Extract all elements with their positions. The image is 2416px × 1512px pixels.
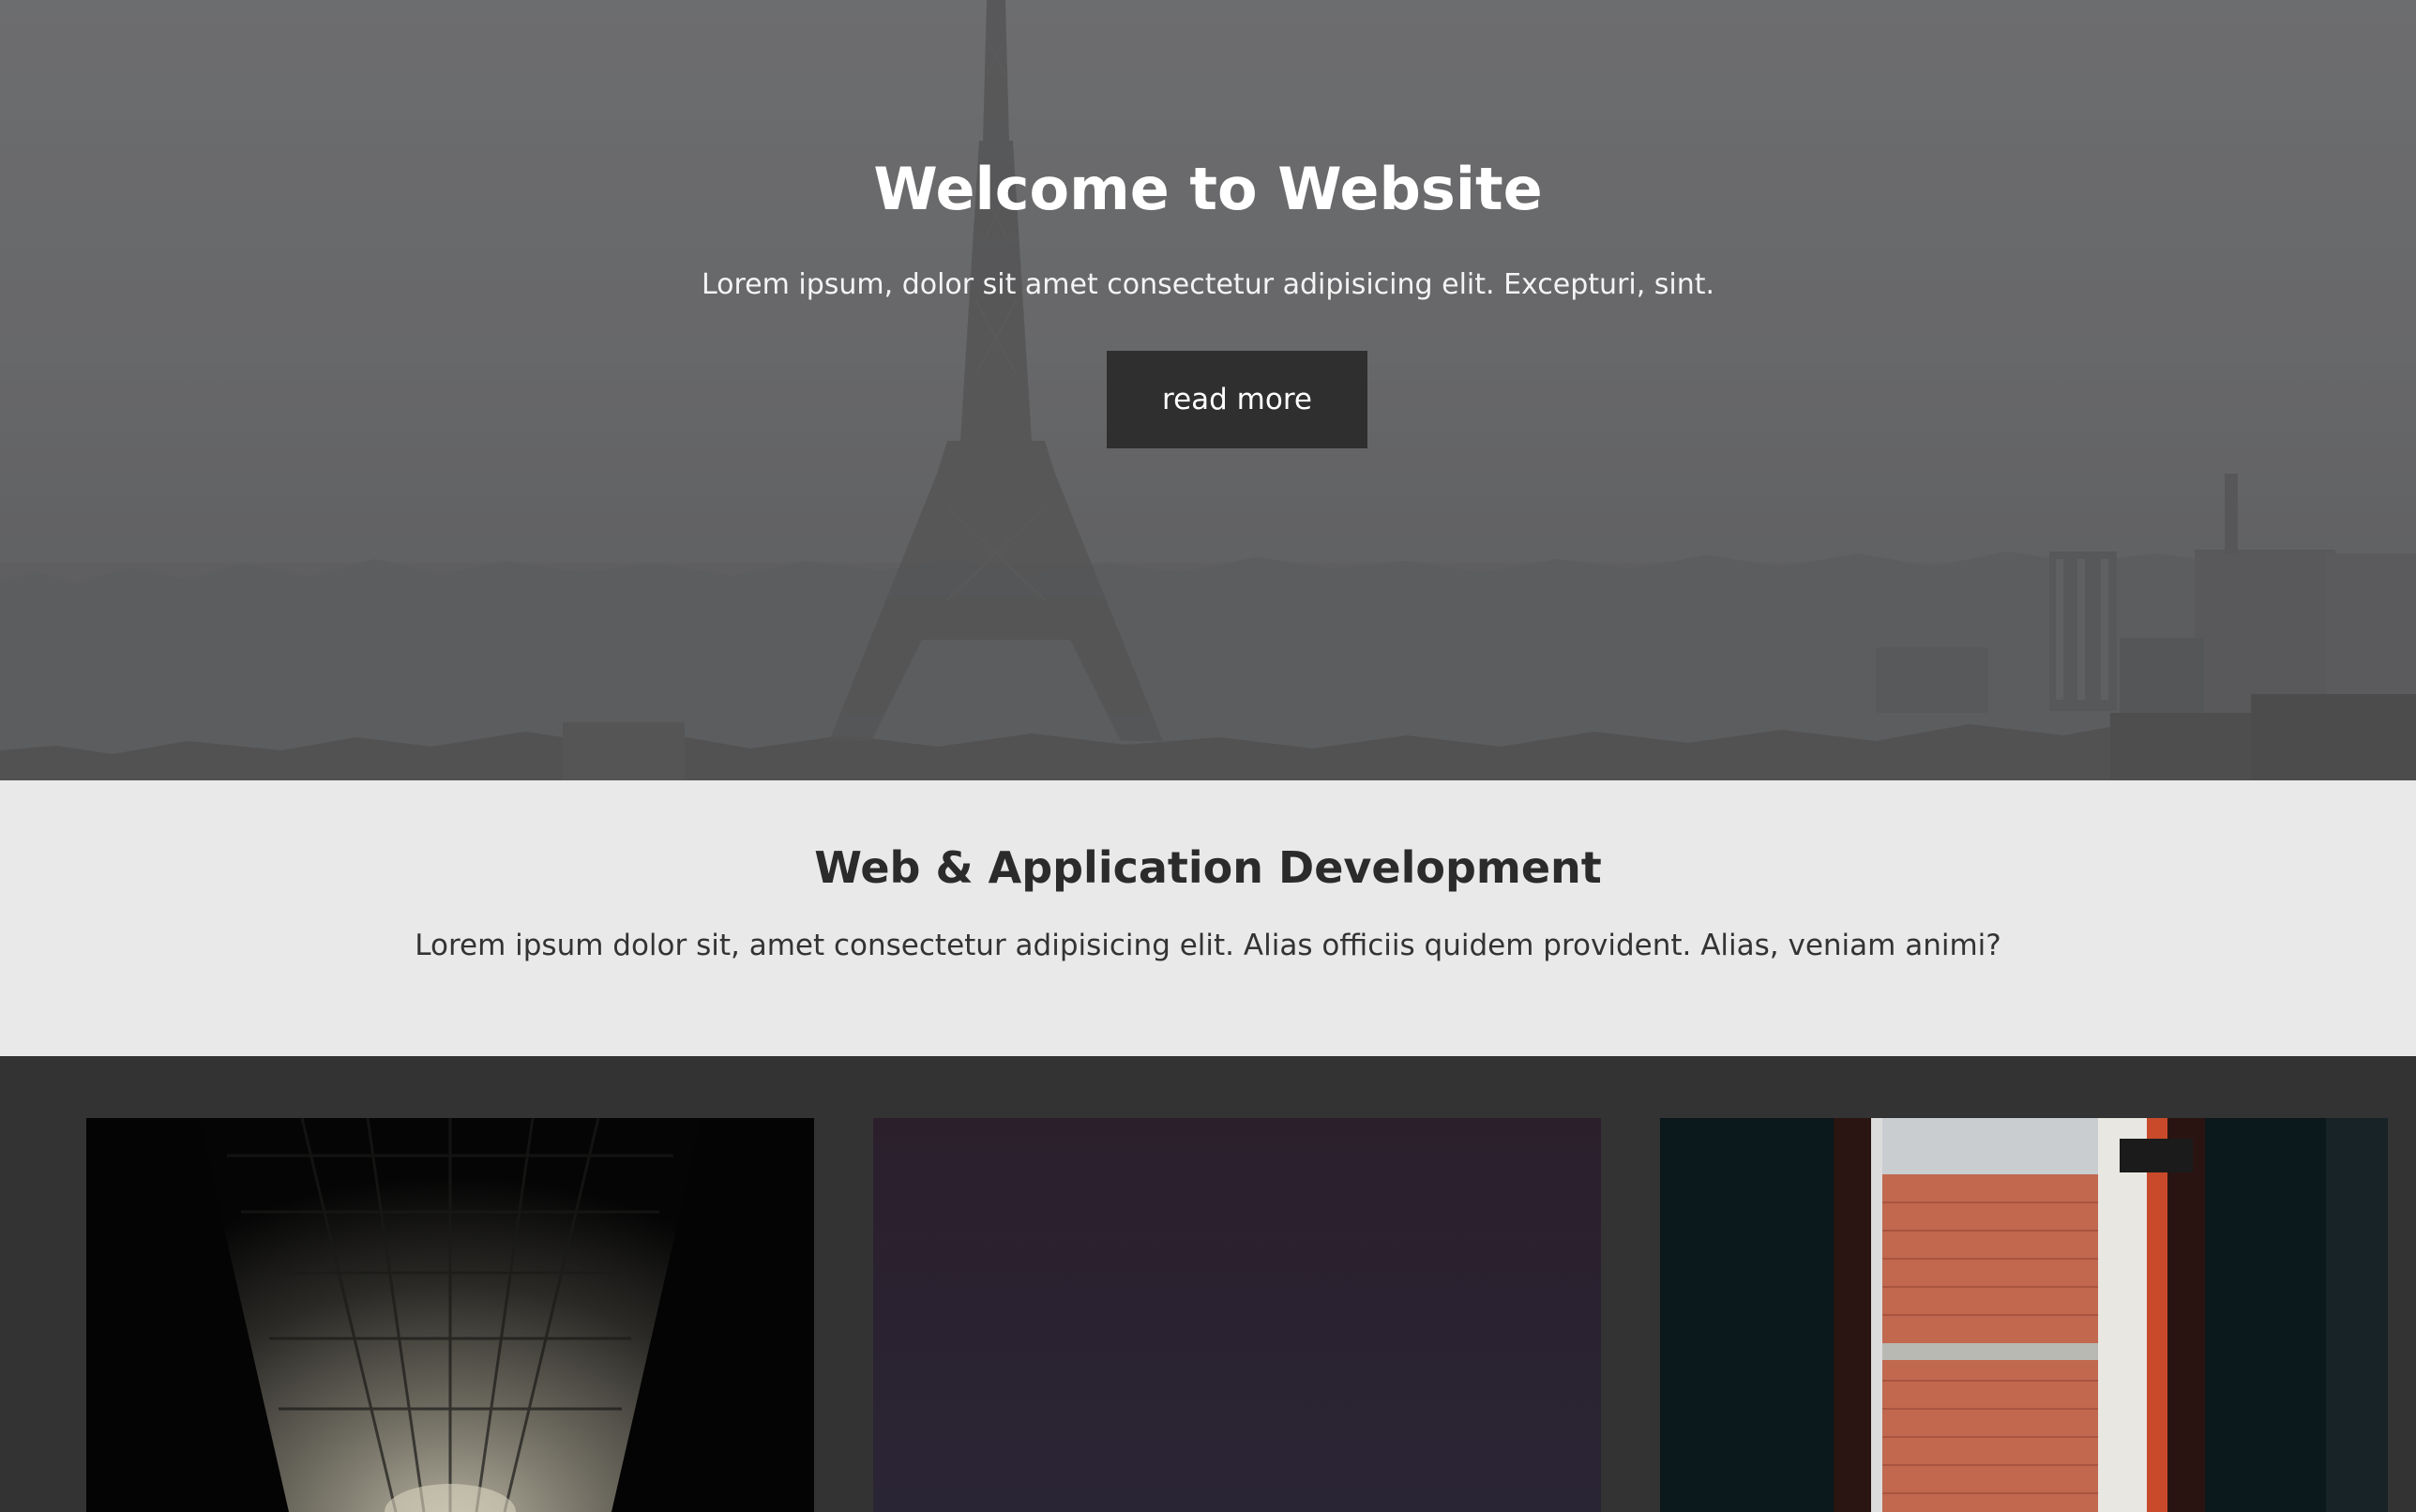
gallery-card-tunnel[interactable] — [86, 1118, 814, 1512]
brick-tunnel-image — [86, 1118, 814, 1512]
section-description: Lorem ipsum dolor sit, amet consectetur … — [415, 929, 2001, 962]
section-title: Web & Application Development — [814, 842, 1602, 893]
hero-section: Welcome to Website Lorem ipsum, dolor si… — [0, 0, 2416, 780]
brick-wall-window-image — [1660, 1118, 2388, 1512]
gallery-section — [0, 1056, 2416, 1512]
read-more-button[interactable]: read more — [1107, 351, 1367, 448]
services-section: Web & Application Development Lorem ipsu… — [0, 780, 2416, 1056]
hero-subtitle: Lorem ipsum, dolor sit amet consectetur … — [701, 268, 1715, 301]
gallery-card-purple[interactable] — [873, 1118, 1601, 1512]
hero-title: Welcome to Website — [873, 155, 1543, 223]
purple-gradient-image — [873, 1118, 1601, 1512]
gallery-card-brick-wall[interactable] — [1660, 1118, 2388, 1512]
